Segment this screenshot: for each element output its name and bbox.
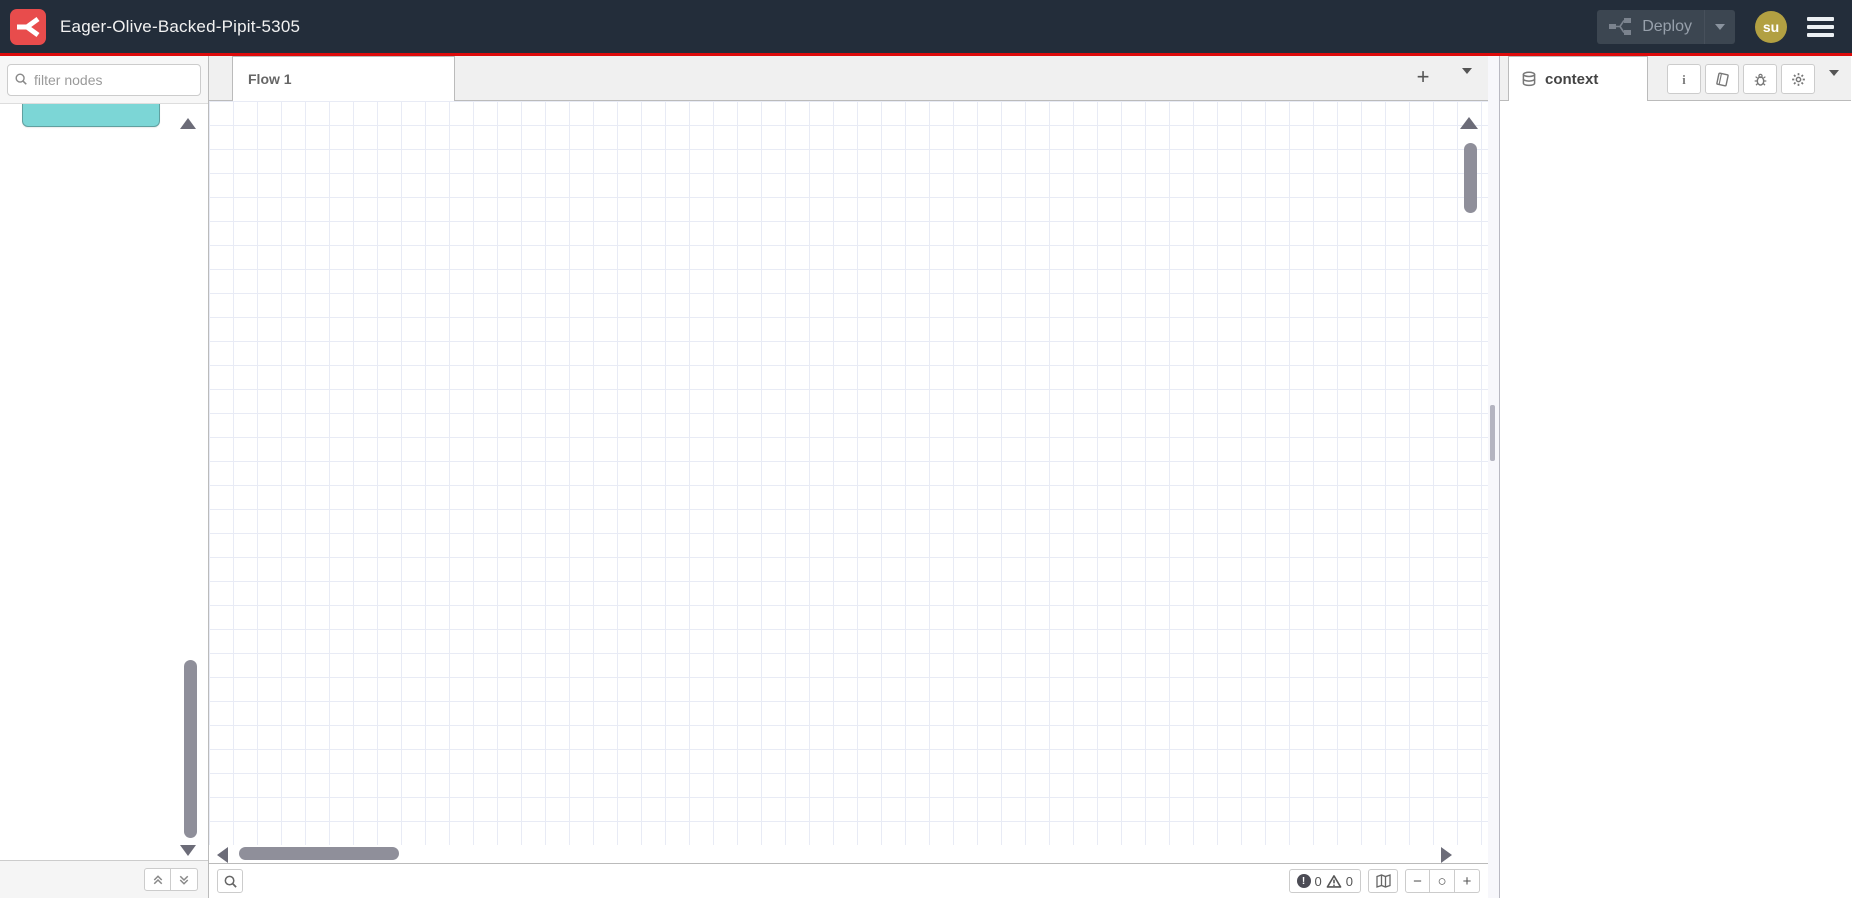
palette-scroll-up-arrow[interactable] xyxy=(180,118,196,129)
deploy-label: Deploy xyxy=(1642,17,1692,35)
wires-layer xyxy=(209,101,1488,845)
palette-node-form[interactable] xyxy=(22,104,160,127)
canvas-scroll-left-arrow[interactable] xyxy=(217,847,228,863)
canvas-hscrollbar-thumb[interactable] xyxy=(239,847,399,860)
zoom-out-button[interactable]: − xyxy=(1405,869,1430,893)
workspace: Flow 1 + ! 0 0 − ○ + xyxy=(209,56,1488,898)
database-icon xyxy=(1521,71,1537,87)
palette-node-list xyxy=(0,104,208,860)
canvas-search-button[interactable] xyxy=(217,869,243,893)
user-avatar[interactable]: su xyxy=(1755,10,1787,43)
palette-footer xyxy=(0,860,208,898)
error-count: 0 xyxy=(1314,873,1322,889)
help-tab-button[interactable] xyxy=(1705,64,1739,94)
app-header: Eager-Olive-Backed-Pipit-5305 Deploy su xyxy=(0,0,1852,56)
palette-filter-bar xyxy=(0,56,208,104)
sidebar-tab-bar: context i xyxy=(1500,56,1851,101)
node-palette xyxy=(0,56,209,898)
flow-list-button[interactable] xyxy=(1462,68,1472,92)
zoom-in-button[interactable]: + xyxy=(1455,869,1480,893)
flowfuse-logo-icon[interactable] xyxy=(10,8,46,45)
error-count-icon: ! xyxy=(1296,874,1311,888)
deploy-icon xyxy=(1609,18,1633,35)
sidebar-menu-button[interactable] xyxy=(1829,70,1839,94)
warning-count-icon xyxy=(1326,874,1342,889)
canvas-scroll-right-arrow[interactable] xyxy=(1441,847,1452,863)
deploy-button[interactable]: Deploy xyxy=(1597,9,1735,44)
config-tab-button[interactable] xyxy=(1781,64,1815,94)
context-panel xyxy=(1500,101,1851,898)
zoom-reset-button[interactable]: ○ xyxy=(1430,869,1455,893)
sidebar-resize-handle[interactable] xyxy=(1488,56,1500,898)
tab-context[interactable]: context xyxy=(1508,56,1648,101)
sidebar-tools: i xyxy=(1667,64,1815,94)
instance-title: Eager-Olive-Backed-Pipit-5305 xyxy=(60,16,301,36)
deploy-options-button[interactable] xyxy=(1704,9,1735,44)
flow-tab-bar: Flow 1 + xyxy=(209,56,1488,101)
notice-counters[interactable]: ! 0 0 xyxy=(1288,869,1361,893)
warning-count: 0 xyxy=(1345,873,1353,889)
canvas-hscrollbar[interactable] xyxy=(209,845,1488,863)
info-tab-button[interactable]: i xyxy=(1667,64,1701,94)
flow-canvas[interactable] xyxy=(209,101,1488,845)
canvas-footer: ! 0 0 − ○ + xyxy=(209,863,1488,898)
canvas-scroll-up-arrow[interactable] xyxy=(1460,117,1478,129)
palette-scrollbar-thumb[interactable] xyxy=(184,660,197,838)
add-flow-button[interactable]: + xyxy=(1410,65,1436,91)
palette-expand-all-button[interactable] xyxy=(171,868,198,891)
main-menu-button[interactable] xyxy=(1807,16,1834,37)
tab-flow-1[interactable]: Flow 1 xyxy=(232,56,455,101)
palette-search-input[interactable] xyxy=(7,63,201,96)
debug-tab-button[interactable] xyxy=(1743,64,1777,94)
navigator-button[interactable] xyxy=(1368,869,1398,893)
canvas-vscrollbar-thumb[interactable] xyxy=(1464,143,1477,213)
svg-text:i: i xyxy=(1682,72,1686,86)
search-icon xyxy=(14,72,28,86)
node-red-app: Eager-Olive-Backed-Pipit-5305 Deploy su xyxy=(0,0,1852,898)
sidebar: context i xyxy=(1500,56,1851,898)
palette-collapse-all-button[interactable] xyxy=(144,868,171,891)
palette-scroll-down-arrow[interactable] xyxy=(180,845,196,856)
